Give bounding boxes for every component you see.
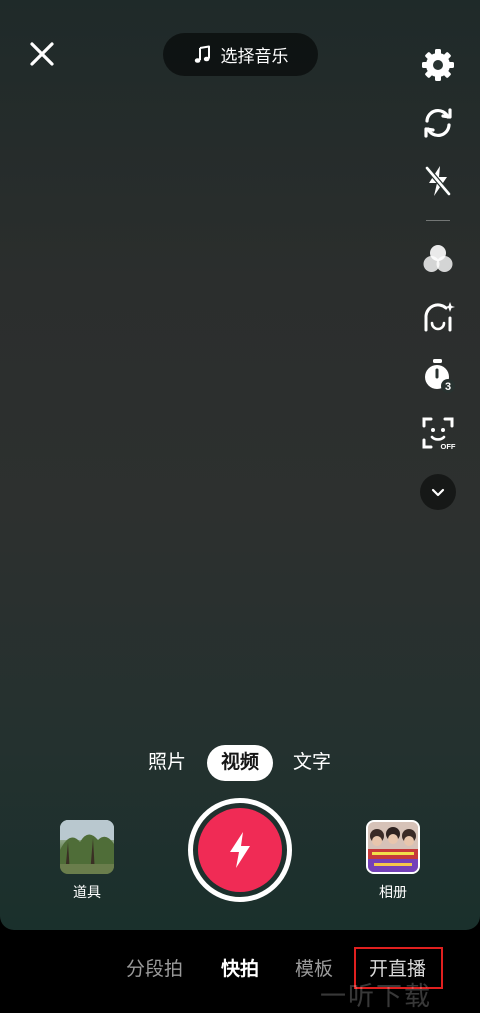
select-music-button[interactable]: 选择音乐 <box>163 33 318 76</box>
beauty-button[interactable] <box>412 295 464 339</box>
mode-video[interactable]: 视频 <box>207 745 273 781</box>
close-button[interactable] <box>26 38 58 70</box>
props-button[interactable]: 道具 <box>57 820 117 902</box>
face-detect-badge: OFF <box>441 442 456 451</box>
settings-button[interactable] <box>412 43 464 87</box>
props-thumbnail <box>60 820 114 874</box>
timer-badge: 3 <box>445 381 451 393</box>
props-preview-image <box>60 820 114 874</box>
filter-icon <box>423 245 453 272</box>
beauty-icon <box>424 302 455 332</box>
filter-button[interactable] <box>412 237 464 281</box>
tab-quick-shoot[interactable]: 快拍 <box>221 954 259 981</box>
record-button[interactable] <box>188 798 292 902</box>
face-detect-icon: OFF <box>422 417 456 451</box>
lightning-icon <box>230 832 250 868</box>
mode-photo[interactable]: 照片 <box>143 745 191 781</box>
props-label: 道具 <box>73 884 101 900</box>
flip-camera-icon <box>424 108 452 138</box>
timer-icon: 3 <box>425 359 455 393</box>
tab-segmented-shoot[interactable]: 分段拍 <box>126 954 183 981</box>
chevron-down-icon <box>431 488 445 497</box>
music-note-icon <box>194 45 210 63</box>
face-detect-button[interactable]: OFF <box>412 411 464 455</box>
flip-camera-button[interactable] <box>412 101 464 145</box>
capture-mode-selector: 照片 视频 文字 <box>0 745 480 781</box>
more-tools-button[interactable] <box>420 474 456 510</box>
flash-off-icon <box>425 166 451 196</box>
album-preview-image <box>368 822 418 872</box>
toolbar-divider <box>426 220 450 221</box>
close-icon <box>30 42 54 66</box>
album-label: 相册 <box>379 884 407 900</box>
album-button[interactable]: 相册 <box>363 820 423 902</box>
timer-button[interactable]: 3 <box>412 353 464 397</box>
record-button-core <box>198 808 282 892</box>
mode-text[interactable]: 文字 <box>288 745 336 781</box>
music-label: 选择音乐 <box>220 47 289 66</box>
watermark: 一听下载 <box>320 981 433 1011</box>
flash-toggle-button[interactable] <box>412 159 464 203</box>
camera-viewfinder[interactable]: 选择音乐 3 OFF 照片 视频 文字 道具 相册 <box>0 0 480 930</box>
settings-gear-icon <box>422 49 454 81</box>
album-thumbnail <box>366 820 420 874</box>
